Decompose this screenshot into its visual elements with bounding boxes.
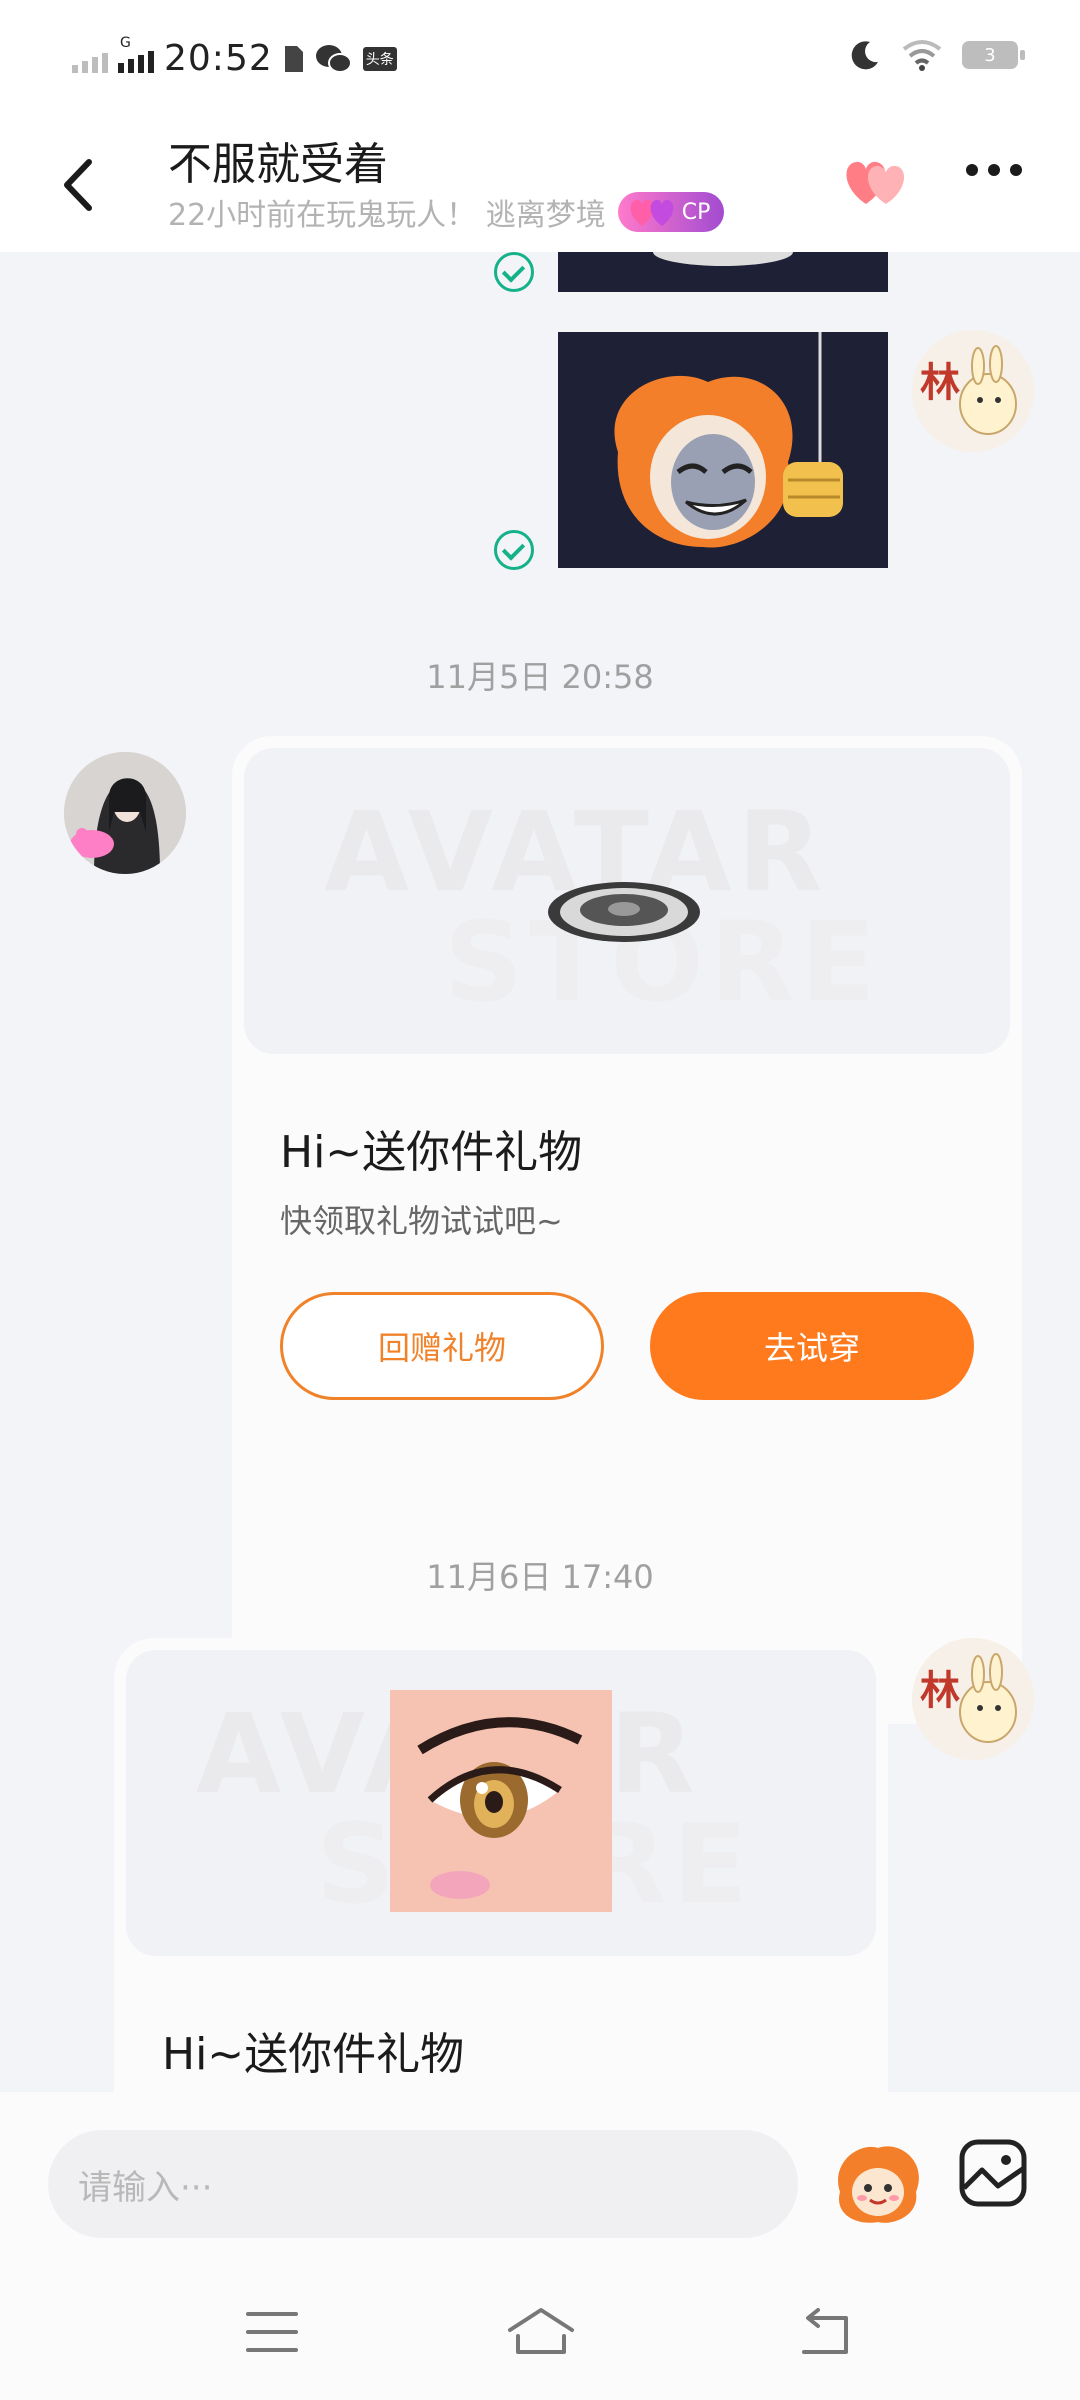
sticker-image [653, 252, 793, 266]
contact-status-text: 22小时前在玩鬼玩人！ 逃离梦境 [168, 198, 606, 233]
sim-card-icon [284, 45, 303, 72]
chat-contact-name[interactable]: 不服就受着 [168, 128, 388, 192]
gift-item-image [548, 882, 700, 942]
moon-icon [851, 41, 878, 70]
contact-status: 22小时前在玩鬼玩人！ 逃离梦境 CP [168, 190, 725, 234]
message-timestamp: 11月5日 20:58 [426, 658, 654, 696]
emoji-sticker-button[interactable] [830, 2132, 926, 2228]
wifi-icon [902, 40, 942, 71]
home-icon[interactable] [506, 2306, 576, 2356]
message-timestamp: 11月6日 17:40 [426, 1558, 654, 1596]
sticker-message[interactable] [558, 252, 888, 292]
battery-indicator: 3 [962, 41, 1025, 69]
wechat-icon [315, 44, 352, 73]
sent-check-icon [494, 252, 534, 292]
gift-card-description: 快领取礼物试试吧~ [280, 1202, 563, 1240]
my-avatar[interactable]: 林 [912, 330, 1034, 452]
more-options-icon[interactable] [966, 164, 1022, 176]
avatar-text: 林 [920, 1667, 960, 1714]
back-nav-icon[interactable] [796, 2308, 852, 2356]
avatar-image: 林 [912, 1638, 1034, 1760]
gift-preview: AVATAR STORE [244, 748, 1010, 1054]
menu-icon[interactable] [246, 2310, 298, 2354]
gift-preview: AVATAR STORE [126, 1650, 876, 1956]
chat-messages[interactable]: 林 11月5日 20:58 AVATAR STORE Hi~送你件礼物 快领取礼… [0, 252, 1080, 2092]
try-on-button[interactable]: 去试穿 [650, 1292, 974, 1400]
cp-hearts-icon [630, 199, 674, 226]
chat-header: 不服就受着 22小时前在玩鬼玩人！ 逃离梦境 CP [0, 120, 1080, 252]
signal-icon-sim1: G [118, 35, 154, 73]
system-nav-bar [0, 2280, 1080, 2400]
back-arrow-icon[interactable] [55, 150, 105, 220]
avatar-image: 林 [912, 330, 1034, 452]
status-left: G 20:52 头条 [72, 35, 397, 79]
return-gift-button[interactable]: 回赠礼物 [280, 1292, 604, 1400]
signal-icon-sim2 [72, 45, 108, 73]
contact-avatar-image [64, 752, 186, 874]
cp-badge-label: CP [681, 199, 711, 225]
status-right: 3 [848, 38, 1025, 72]
gift-card[interactable]: AVATAR STORE Hi~送你件礼物 [114, 1638, 888, 2092]
status-bar: G 20:52 头条 3 [0, 0, 1080, 120]
sticker-image [558, 332, 888, 568]
contact-avatar[interactable] [64, 752, 186, 874]
news-app-icon: 头条 [362, 46, 397, 71]
cp-badge[interactable]: CP [617, 192, 725, 232]
message-input[interactable]: 请输入··· [48, 2130, 798, 2238]
intimacy-heart-icon[interactable] [838, 152, 918, 212]
avatar-text: 林 [920, 359, 960, 406]
my-avatar[interactable]: 林 [912, 1638, 1034, 1760]
sent-check-icon [494, 530, 534, 570]
gift-card-title: Hi~送你件礼物 [280, 1127, 583, 1178]
sticker-message[interactable] [558, 332, 888, 568]
status-time: 20:52 [164, 38, 273, 79]
network-type: G [120, 34, 131, 51]
gift-item-image [390, 1690, 612, 1912]
gift-card-title: Hi~送你件礼物 [162, 2029, 465, 2080]
image-picker-icon[interactable] [958, 2138, 1028, 2208]
